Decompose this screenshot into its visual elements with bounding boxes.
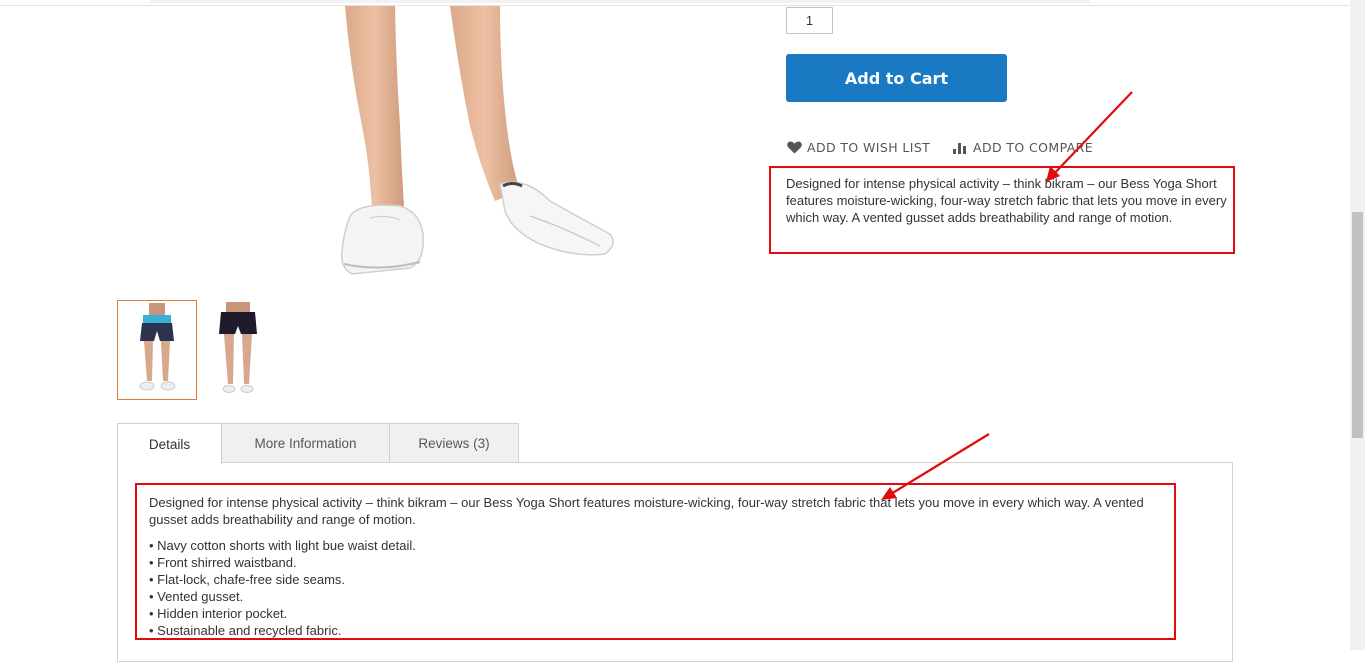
tab-details[interactable]: Details [117, 423, 222, 464]
compare-icon [953, 141, 968, 154]
qty-input[interactable] [786, 7, 833, 34]
tab-reviews-label: Reviews (3) [418, 435, 490, 451]
add-to-compare-label: ADD TO COMPARE [973, 140, 1094, 155]
tab-more-information[interactable]: More Information [221, 423, 390, 462]
header-shadow [150, 0, 1090, 3]
add-to-wishlist-link[interactable]: ADD TO WISH LIST [787, 140, 930, 155]
add-to-compare-link[interactable]: ADD TO COMPARE [953, 140, 1093, 155]
heart-icon [787, 141, 802, 154]
thumbnail-front-image [139, 303, 176, 391]
thumbnail-back[interactable] [199, 300, 277, 398]
add-to-wishlist-label: ADD TO WISH LIST [807, 140, 931, 155]
tab-details-label: Details [148, 436, 191, 452]
annotation-box-overview [769, 166, 1235, 254]
thumbnail-back-image [219, 302, 257, 393]
header-divider [0, 5, 1350, 6]
thumbnail-front[interactable] [117, 300, 197, 400]
add-to-cart-label: Add to Cart [844, 68, 949, 88]
annotation-box-details [135, 483, 1176, 640]
scrollbar-thumb[interactable] [1352, 212, 1363, 438]
model-legs-image [340, 6, 614, 275]
tab-reviews[interactable]: Reviews (3) [389, 423, 519, 462]
tab-more-information-label: More Information [254, 435, 357, 451]
add-to-cart-button[interactable]: Add to Cart [786, 54, 1007, 102]
main-product-image[interactable] [300, 6, 630, 281]
